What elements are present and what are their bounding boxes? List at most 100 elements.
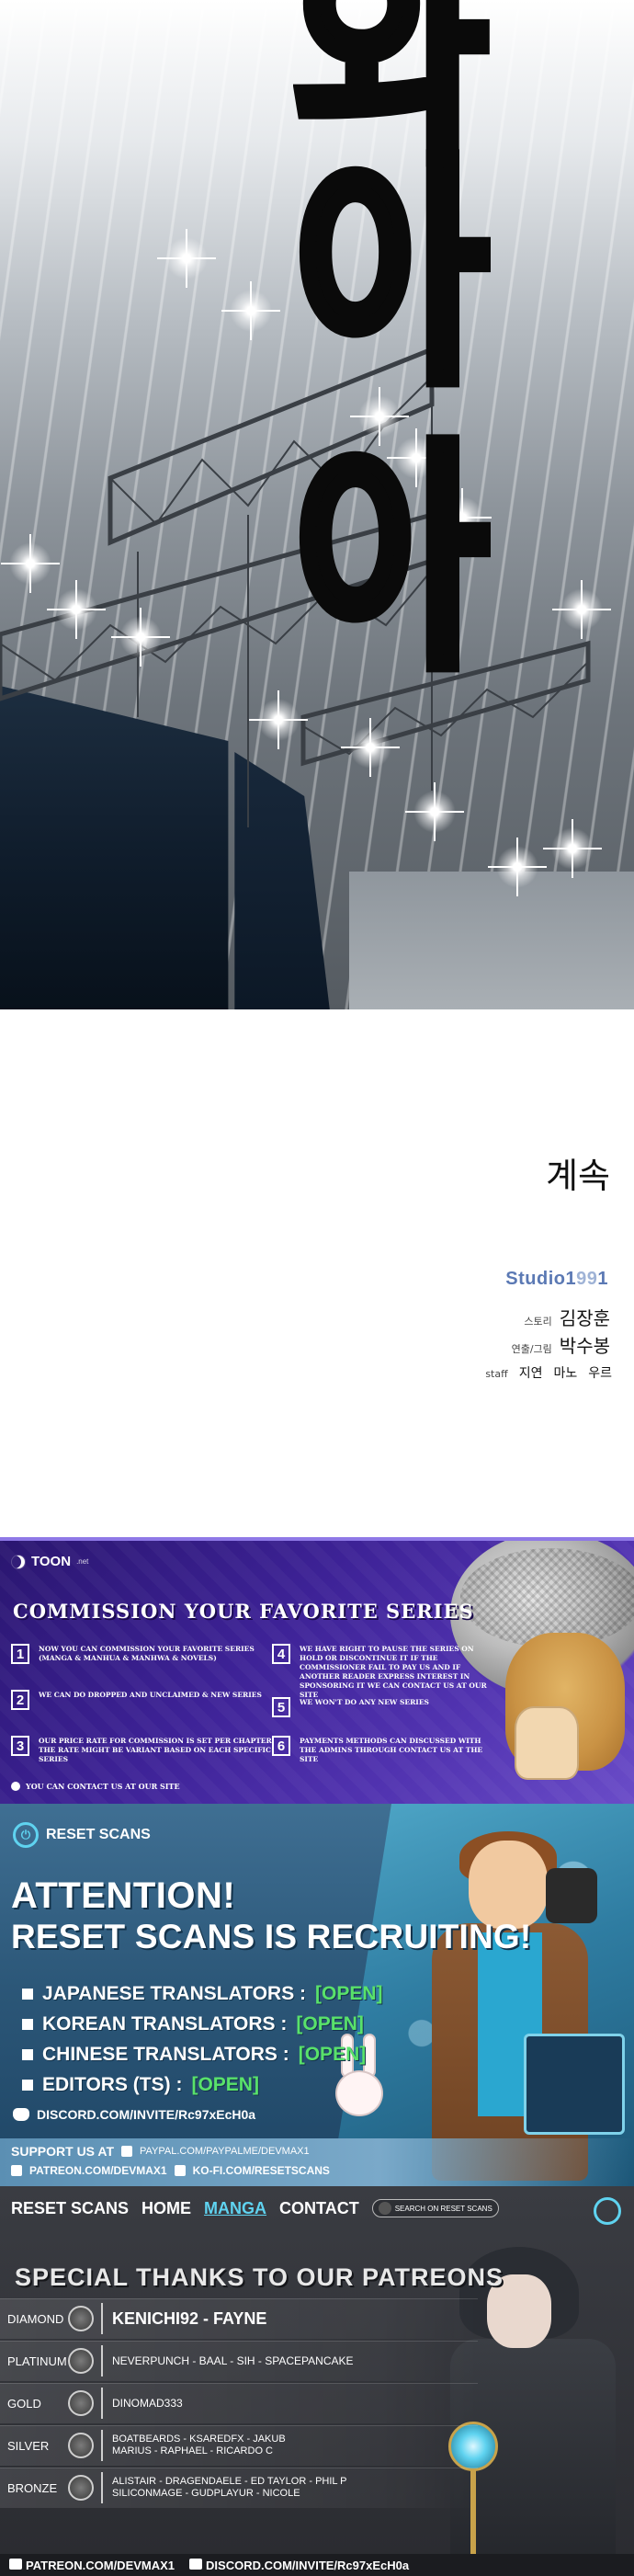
stadium-panel: 와 아 아 [0, 0, 634, 1009]
patreon-link[interactable]: PATREON.COM/DEVMAX1 [29, 2164, 167, 2177]
discord-link[interactable]: DISCORD.COM/INVITE/Rc97xEcH0a [13, 2107, 255, 2122]
nav-brand[interactable]: RESET SCANS [11, 2199, 129, 2218]
item-number: 6 [272, 1736, 290, 1756]
discord-url: DISCORD.COM/INVITE/Rc97xEcH0a [206, 2558, 410, 2572]
commission-title: COMMISSION YOUR FAVORITE SERIES [13, 1600, 474, 1623]
paypal-icon [121, 2146, 133, 2157]
support-row: PATREON.COM/DEVMAX1 KO-FI.COM/RESETSCANS [11, 2164, 330, 2177]
credit-art: 연출/그림 박수봉 [512, 1331, 610, 1358]
search-icon [378, 2202, 391, 2215]
role-item: KOREAN TRANSLATORS : [OPEN] [22, 2009, 383, 2039]
bullet-icon [22, 2048, 33, 2060]
item-text: WE WON'T DO ANY NEW SERIES [300, 1698, 429, 1706]
commission-banner: TOON .net COMMISSION YOUR FAVORITE SERIE… [0, 1537, 634, 1804]
light-flare [543, 819, 602, 878]
light-flare [1, 534, 60, 593]
tier-row-platinum: PLATINUM NEVERPUNCH - BAAL - SIH - SPACE… [0, 2342, 496, 2380]
tier-names: BOATBEARDS - KSAREDFX - JAKUB MARIUS - R… [112, 2434, 286, 2456]
studio-logo-text: Studio1 [505, 1269, 577, 1289]
bullet-icon [22, 2079, 33, 2091]
tier-row-gold: GOLD DINOMAD333 [0, 2384, 496, 2422]
divider [101, 2388, 103, 2419]
sound-effect: 와 아 아 [276, 0, 634, 772]
power-icon: ⏻ [13, 1822, 39, 1848]
patreons-title: SPECIAL THANKS TO OUR PATREONS [15, 2263, 504, 2291]
footer-patreon-link[interactable]: PATREON.COM/DEVMAX1 [9, 2558, 175, 2572]
item-text: NOW YOU CAN COMMISSION YOUR FAVORITE SER… [39, 1645, 255, 1662]
divider [101, 2345, 103, 2377]
item-number: 3 [11, 1736, 29, 1756]
role-status: [OPEN] [191, 2073, 259, 2095]
commission-item: 1 NOW YOU CAN COMMISSION YOUR FAVORITE S… [11, 1644, 287, 1664]
item-text: PAYMENTS METHODS CAN DISCUSSED WITH THE … [300, 1737, 483, 1763]
tier-label: BRONZE [7, 2480, 58, 2495]
tier-names: NEVERPUNCH - BAAL - SIH - SPACEPANCAKE [112, 2354, 354, 2367]
role-status: [OPEN] [296, 2012, 364, 2035]
toon-logo-text: TOON [31, 1554, 72, 1569]
credit-role: 스토리 [524, 1316, 552, 1328]
tier-names: KENICHI92 - FAYNE [112, 2308, 267, 2328]
light-flare [488, 838, 547, 896]
reset-scans-logo[interactable]: ⏻ RESET SCANS [13, 1822, 151, 1848]
recruiting-banner: ⏻ RESET SCANS ATTENTION! RESET SCANS IS … [0, 1804, 634, 2186]
patreons-banner: RESET SCANS HOME MANGA CONTACT SEARCH ON… [0, 2186, 634, 2576]
kofi-icon [174, 2165, 186, 2176]
staff-name: 우르 [588, 1366, 612, 1381]
patreon-icon [9, 2558, 22, 2570]
tier-row-bronze: BRONZE ALISTAIR - DRAGENDAELE - ED TAYLO… [0, 2468, 496, 2507]
light-flare [111, 608, 170, 667]
tier-label: SILVER [7, 2438, 50, 2453]
light-flare [157, 229, 216, 288]
platinum-badge-icon [68, 2348, 94, 2374]
light-flare [47, 580, 106, 639]
gold-badge-icon [68, 2390, 94, 2416]
toon-logo[interactable]: TOON .net [11, 1554, 88, 1569]
role-status: [OPEN] [315, 1982, 383, 2004]
contact-link[interactable]: YOU CAN CONTACT US AT OUR SITE [11, 1782, 180, 1791]
dog-mascot-hand [515, 1706, 579, 1780]
moon-icon [11, 1554, 26, 1569]
staff-name: 지연 [518, 1366, 543, 1381]
discord-url: DISCORD.COM/INVITE/Rc97xEcH0a [37, 2107, 256, 2122]
power-icon [594, 2197, 621, 2225]
to-be-continued: 계속 [546, 1156, 610, 1196]
discord-icon [13, 2108, 29, 2121]
item-number: 1 [11, 1644, 29, 1664]
paypal-link[interactable]: PAYPAL.COM/PAYPALME/DEVMAX1 [140, 2146, 310, 2157]
staff-name: 마노 [553, 1366, 578, 1381]
search-box[interactable]: SEARCH ON RESET SCANS [371, 2199, 499, 2217]
reset-logo-text: RESET SCANS [46, 1827, 151, 1842]
role-item: CHINESE TRANSLATORS : [OPEN] [22, 2039, 383, 2069]
divider [101, 2472, 103, 2503]
tier-names: DINOMAD333 [112, 2396, 183, 2410]
nav-manga[interactable]: MANGA [204, 2199, 266, 2218]
patreon-icon [11, 2165, 22, 2176]
commission-item: 4 WE HAVE RIGHT TO PAUSE THE SERIES ON H… [272, 1644, 492, 1700]
nav-contact[interactable]: CONTACT [279, 2199, 359, 2218]
role-item: JAPANESE TRANSLATORS : [OPEN] [22, 1978, 383, 2009]
support-row: SUPPORT US AT PAYPAL.COM/PAYPALME/DEVMAX… [11, 2144, 310, 2159]
kofi-link[interactable]: KO-FI.COM/RESETSCANS [193, 2164, 330, 2177]
character-glove [546, 1868, 597, 1923]
divider [101, 2430, 103, 2461]
commission-item: 5 WE WON'T DO ANY NEW SERIES [272, 1697, 492, 1717]
item-number: 4 [272, 1644, 290, 1664]
staff-label: staff [485, 1368, 508, 1380]
studio-logo: Studio1991 [505, 1269, 608, 1290]
support-label: SUPPORT US AT [11, 2144, 115, 2159]
item-text: WE CAN DO DROPPED AND UNCLAIMED & NEW SE… [39, 1691, 262, 1699]
bullet-icon [22, 2018, 33, 2030]
nav-home[interactable]: HOME [142, 2199, 191, 2218]
credit-name: 박수봉 [559, 1335, 610, 1357]
open-roles-list: JAPANESE TRANSLATORS : [OPEN] KOREAN TRA… [22, 1978, 383, 2100]
item-text: WE HAVE RIGHT TO PAUSE THE SERIES ON HOL… [300, 1645, 487, 1699]
tablet-device-image [524, 2034, 625, 2135]
tier-row-diamond: DIAMOND KENICHI92 - FAYNE [0, 2299, 496, 2338]
tier-row-silver: SILVER BOATBEARDS - KSAREDFX - JAKUB MAR… [0, 2426, 496, 2465]
tier-names: ALISTAIR - DRAGENDAELE - ED TAYLOR - PHI… [112, 2476, 347, 2499]
footer-discord-link[interactable]: DISCORD.COM/INVITE/Rc97xEcH0a [189, 2558, 410, 2572]
bronze-badge-icon [68, 2475, 94, 2501]
tier-label: GOLD [7, 2396, 41, 2411]
attention-heading: ATTENTION! [11, 1875, 236, 1916]
commission-item: 3 OUR PRICE RATE FOR COMMISSION IS SET P… [11, 1736, 287, 1764]
